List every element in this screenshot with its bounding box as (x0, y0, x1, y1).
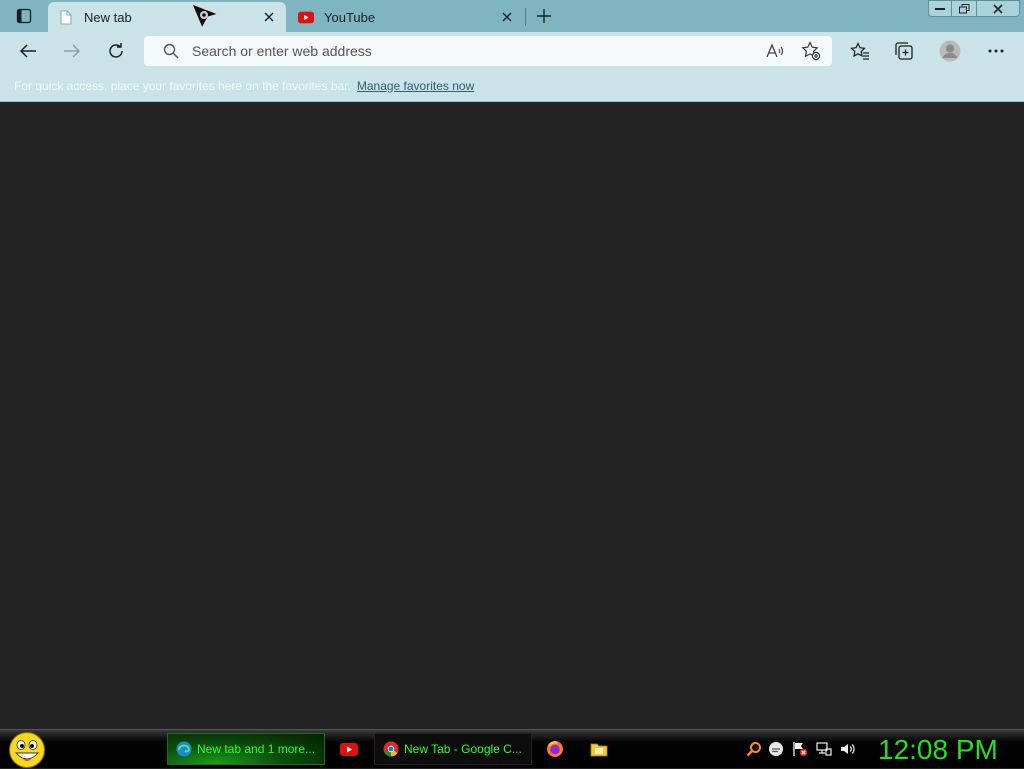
close-tab-icon[interactable] (496, 6, 518, 28)
taskbar-item-label: New tab and 1 more... (197, 742, 316, 756)
favorites-icon (850, 42, 869, 60)
taskbar-firefox[interactable] (544, 738, 566, 760)
action-center-flag-icon[interactable] (792, 741, 808, 757)
taskbar-youtube[interactable] (338, 738, 360, 760)
tab-title: YouTube (324, 9, 376, 25)
more-icon (988, 49, 1004, 53)
minimize-icon (935, 7, 945, 10)
address-input[interactable] (192, 43, 760, 59)
plus-icon (537, 9, 551, 23)
navigation-toolbar (0, 32, 1024, 70)
taskbar-item-label: New Tab - Google C... (404, 742, 522, 756)
arrow-left-icon (19, 44, 36, 58)
close-tab-icon[interactable] (258, 6, 280, 28)
tab-new-tab[interactable]: New tab (48, 2, 286, 32)
refresh-icon (109, 43, 123, 58)
favorites-bar: For quick access, place your favorites h… (0, 70, 1024, 102)
taskbar-chrome[interactable]: New Tab - Google C... (374, 733, 532, 765)
avatar-icon (939, 40, 961, 62)
read-aloud-button[interactable] (760, 38, 790, 64)
close-window-button[interactable] (976, 0, 1020, 17)
firefox-icon (547, 741, 563, 757)
tab-actions-icon (16, 8, 32, 24)
restore-button[interactable] (951, 0, 977, 17)
edge-icon (175, 740, 193, 758)
taskbar: New tab and 1 more... New Tab - Google C… (0, 729, 1024, 768)
minimize-button[interactable] (928, 0, 952, 17)
tab-actions-button[interactable] (8, 4, 40, 28)
page-content (0, 103, 1024, 729)
arrow-right-icon (64, 44, 81, 58)
page-icon (58, 9, 74, 25)
star-add-icon (801, 41, 821, 61)
tab-title: New tab (84, 9, 132, 25)
add-favorite-button[interactable] (796, 38, 826, 64)
favorites-button[interactable] (844, 36, 876, 66)
youtube-icon (298, 9, 314, 25)
address-bar[interactable] (144, 36, 832, 66)
manage-favorites-link[interactable]: Manage favorites now (357, 79, 474, 93)
search-icon (162, 42, 180, 60)
volume-icon[interactable] (840, 741, 856, 757)
collections-button[interactable] (888, 36, 920, 66)
back-button[interactable] (12, 36, 44, 66)
profile-button[interactable] (934, 36, 966, 66)
tab-strip: New tab YouTube (0, 0, 1024, 32)
taskbar-edge[interactable]: New tab and 1 more... (167, 733, 325, 765)
chrome-icon (382, 740, 400, 758)
folder-icon (590, 743, 608, 757)
messenger-tray-icon[interactable] (768, 741, 784, 757)
restore-icon (958, 3, 969, 13)
mouse-cursor-icon (191, 3, 220, 30)
close-icon (993, 3, 1003, 14)
youtube-icon (340, 742, 358, 756)
refresh-button[interactable] (100, 36, 132, 66)
new-tab-button[interactable] (530, 4, 558, 28)
forward-button[interactable] (56, 36, 88, 66)
collections-icon (895, 42, 913, 60)
settings-more-button[interactable] (980, 36, 1012, 66)
tab-separator (525, 8, 526, 26)
tab-youtube[interactable]: YouTube (288, 2, 524, 32)
network-icon[interactable] (816, 741, 832, 757)
search-tray-icon[interactable] (746, 741, 762, 757)
taskbar-file-explorer[interactable] (588, 738, 610, 760)
taskbar-clock[interactable]: 12:08 PM (878, 733, 1018, 767)
smiley-start-icon[interactable] (8, 731, 46, 769)
favorites-bar-message: For quick access, place your favorites h… (14, 78, 351, 93)
read-aloud-icon (766, 43, 784, 58)
